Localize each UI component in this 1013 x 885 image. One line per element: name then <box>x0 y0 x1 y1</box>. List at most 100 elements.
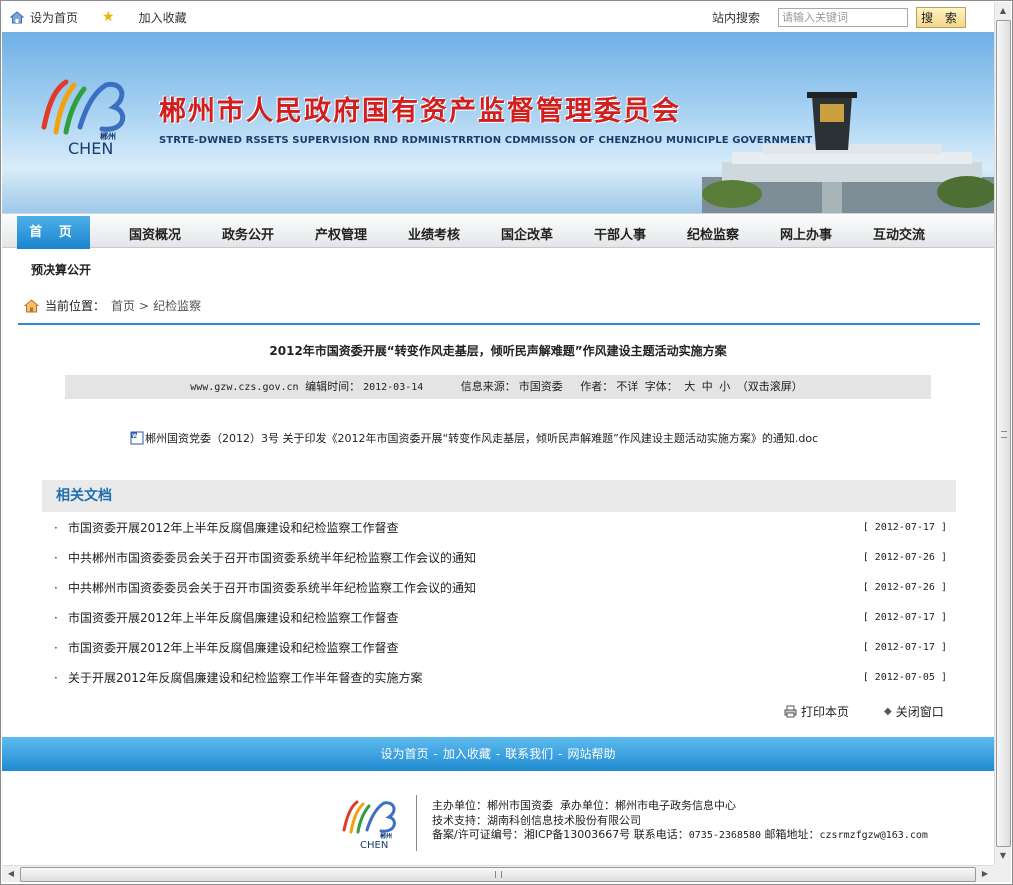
footer-logo-sub: 郴州 <box>380 832 392 840</box>
organizer-label: 承办单位： <box>560 799 615 812</box>
nav-overview[interactable]: 国资概况 <box>129 224 181 243</box>
font-medium-button[interactable]: 中 <box>702 380 713 393</box>
footer-set-homepage[interactable]: 设为首页 <box>380 747 428 761</box>
star-icon[interactable]: ★ <box>102 10 115 24</box>
related-title[interactable]: 中共郴州市国资委委员会关于召开市国资委系统半年纪检监察工作会议的通知 <box>68 547 476 569</box>
search-label: 站内搜索 <box>712 11 761 25</box>
nav-reform[interactable]: 国企改革 <box>501 224 553 243</box>
search-input[interactable] <box>778 8 908 27</box>
scroll-down-icon[interactable]: ▼ <box>998 851 1008 861</box>
horizontal-scrollbar[interactable]: ◀ ▶ <box>2 865 994 882</box>
nav-performance[interactable]: 业绩考核 <box>408 224 460 243</box>
nav-online-services[interactable]: 网上办事 <box>780 224 832 243</box>
attachment-link[interactable]: W 郴州国资党委（2012）3号 关于印发《2012年市国资委开展“转变作风走基… <box>130 430 818 446</box>
vertical-scrollbar[interactable]: ▲ ▼ <box>994 2 1011 865</box>
list-item[interactable]: · 市国资委开展2012年上半年反腐倡廉建设和纪检监察工作督查 [ 2012-07-… <box>50 607 950 637</box>
home-icon <box>24 298 39 312</box>
add-favorite-link[interactable]: 加入收藏 <box>139 9 187 26</box>
logo-text: CHEN <box>68 139 113 157</box>
close-window-link[interactable]: ◆ 关闭窗口 <box>884 703 944 720</box>
related-title[interactable]: 市国资委开展2012年上半年反腐倡廉建设和纪检监察工作督查 <box>68 517 399 539</box>
word-doc-icon: W <box>130 431 144 445</box>
tech-value: 湖南科创信息技术股份有限公司 <box>487 813 641 827</box>
breadcrumb-current[interactable]: 纪检监察 <box>153 297 201 314</box>
nav-government-affairs[interactable]: 政务公开 <box>222 224 274 243</box>
footer-info: 主办单位：郴州市国资委 承办单位：郴州市电子政务信息中心 技术支持：湖南科创信息… <box>432 799 928 844</box>
footer-contact-us[interactable]: 联系我们 <box>505 747 553 761</box>
footer-add-favorite[interactable]: 加入收藏 <box>443 747 491 761</box>
meta-source: 市国资委 <box>518 380 563 393</box>
meta-source-label: 信息来源： <box>460 380 516 393</box>
list-item[interactable]: · 中共郴州市国资委委员会关于召开市国资委系统半年纪检监察工作会议的通知 [ 201… <box>50 577 950 607</box>
meta-author: 不详 <box>616 380 639 393</box>
phone-value: 0735-2368580 <box>688 830 762 841</box>
bullet: · <box>54 551 58 565</box>
breadcrumb-home[interactable]: 首页 <box>111 297 135 314</box>
scroll-left-icon[interactable]: ◀ <box>6 869 16 879</box>
svg-text:W: W <box>132 434 138 440</box>
related-date: [ 2012-07-26 ] <box>862 582 947 593</box>
bullet: · <box>54 671 58 685</box>
breadcrumb-separator: > <box>139 298 150 313</box>
related-date: [ 2012-07-17 ] <box>862 642 947 653</box>
search-button[interactable]: 搜 索 <box>916 7 966 28</box>
site-title: 郴州市人民政府国有资产监督管理委员会 <box>159 96 681 127</box>
nav-home[interactable]: 首 页 <box>17 216 90 249</box>
related-date: [ 2012-07-17 ] <box>862 522 947 533</box>
font-small-button[interactable]: 小 <box>719 380 730 393</box>
bullet: · <box>54 641 58 655</box>
back-arrow-icon: ◆ <box>884 706 892 717</box>
set-homepage-link[interactable]: 设为首页 <box>30 9 78 26</box>
list-item[interactable]: · 中共郴州市国资委委员会关于召开市国资委系统半年纪检监察工作会议的通知 [ 201… <box>50 547 950 577</box>
related-docs-heading: 相关文档 <box>42 480 956 512</box>
attachment-name[interactable]: 郴州国资党委（2012）3号 关于印发《2012年市国资委开展“转变作风走基层，… <box>145 430 818 446</box>
list-item[interactable]: · 关于开展2012年反腐倡廉建设和纪检监察工作半年督查的实施方案 [ 2012-0… <box>50 667 950 697</box>
icp-value[interactable]: 湘ICP备13003667号 <box>524 828 631 841</box>
bullet: · <box>54 581 58 595</box>
scroll-up-icon[interactable]: ▲ <box>998 6 1008 16</box>
meta-site: www.gzw.czs.gov.cn <box>190 382 299 393</box>
font-large-button[interactable]: 大 <box>684 380 695 393</box>
tech-label: 技术支持： <box>432 813 487 827</box>
article-meta: www.gzw.czs.gov.cn 编辑时间： 2012-03-14 信息来源：… <box>65 375 931 399</box>
related-title[interactable]: 关于开展2012年反腐倡廉建设和纪检监察工作半年督查的实施方案 <box>68 667 423 689</box>
building-image <box>702 92 994 213</box>
nav-discipline[interactable]: 纪检监察 <box>687 224 739 243</box>
meta-font-label: 字体： <box>644 380 678 393</box>
article-title: 2012年市国资委开展“转变作风走基层，倾听民声解难题”作风建设主题活动实施方案 <box>269 344 727 358</box>
header-banner: 郴州 CHEN 郴州市人民政府国有资产监督管理委员会 STRTE-DWNED R… <box>2 32 994 213</box>
close-label[interactable]: 关闭窗口 <box>896 703 944 720</box>
print-page-link[interactable]: 打印本页 <box>784 703 849 720</box>
footer-logo-text: CHEN <box>360 840 388 850</box>
main-nav: 首 页 国资概况 政务公开 产权管理 业绩考核 国企改革 干部人事 纪检监察 网… <box>2 213 994 249</box>
footer-separator: - <box>558 747 563 761</box>
email-value: czsrmzfgzw@163.com <box>819 830 928 841</box>
organizer-value: 郴州市电子政务信息中心 <box>615 799 736 812</box>
scrollbar-corner <box>994 865 1011 882</box>
chenzhou-logo: 郴州 CHEN <box>41 79 126 157</box>
nav-property-management[interactable]: 产权管理 <box>315 224 367 243</box>
nav-interaction[interactable]: 互动交流 <box>873 224 925 243</box>
list-item[interactable]: · 市国资委开展2012年上半年反腐倡廉建设和纪检监察工作督查 [ 2012-07-… <box>50 517 950 547</box>
double-click-scroll[interactable]: （双击滚屏） <box>737 380 803 393</box>
related-docs-list: · 市国资委开展2012年上半年反腐倡廉建设和纪检监察工作督查 [ 2012-07-… <box>50 517 950 697</box>
related-title[interactable]: 市国资委开展2012年上半年反腐倡廉建设和纪检监察工作督查 <box>68 637 399 659</box>
vertical-scroll-thumb[interactable] <box>996 20 1011 847</box>
footer-logo: 郴州 CHEN <box>342 800 396 850</box>
nav-personnel[interactable]: 干部人事 <box>594 224 646 243</box>
email-label: 邮箱地址： <box>764 828 820 841</box>
footer-link-bar: 设为首页 - 加入收藏 - 联系我们 - 网站帮助 <box>2 737 994 771</box>
footer-divider <box>416 795 417 851</box>
subnav-budget[interactable]: 预决算公开 <box>31 261 91 278</box>
horizontal-scroll-thumb[interactable] <box>20 867 976 882</box>
meta-author-label: 作者： <box>580 380 614 393</box>
related-title[interactable]: 中共郴州市国资委委员会关于召开市国资委系统半年纪检监察工作会议的通知 <box>68 577 476 599</box>
related-title[interactable]: 市国资委开展2012年上半年反腐倡廉建设和纪检监察工作督查 <box>68 607 399 629</box>
home-icon[interactable] <box>10 11 24 24</box>
print-label[interactable]: 打印本页 <box>801 703 849 720</box>
meta-edit-time-label: 编辑时间： <box>305 380 361 393</box>
footer-help[interactable]: 网站帮助 <box>568 747 616 761</box>
list-item[interactable]: · 市国资委开展2012年上半年反腐倡廉建设和纪检监察工作督查 [ 2012-07-… <box>50 637 950 667</box>
scroll-right-icon[interactable]: ▶ <box>980 869 990 879</box>
divider <box>18 323 980 325</box>
